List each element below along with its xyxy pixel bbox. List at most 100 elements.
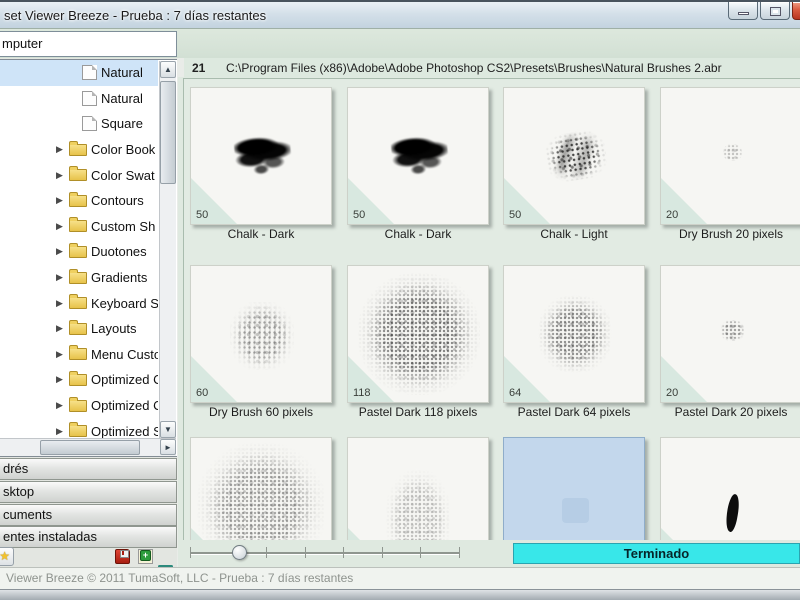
expand-arrow-icon[interactable]: ▶ (56, 400, 69, 411)
brush-cell-dry-brush-60[interactable]: 60 (190, 265, 332, 403)
brush-grid: 50 50 50 20 Chalk - Dark Chalk - Dark Ch… (178, 77, 800, 540)
slider-thumb[interactable] (232, 545, 247, 560)
footer-row: Terminado (178, 540, 800, 567)
brush-cell-pastel-dark-118[interactable]: 118 (347, 265, 489, 403)
expand-arrow-icon[interactable]: ▶ (56, 374, 69, 385)
brush-size-badge: 20 (666, 387, 678, 399)
expand-arrow-icon[interactable]: ▶ (56, 221, 69, 232)
brush-preview (386, 470, 450, 540)
brush-cell-chalk-light[interactable]: 50 (503, 87, 645, 225)
minimize-button[interactable] (728, 2, 758, 20)
brush-cell-row3-2[interactable] (347, 437, 489, 540)
scroll-right-button[interactable]: ► (160, 439, 176, 455)
status-text: Viewer Breeze © 2011 TumaSoft, LLC - Pru… (6, 571, 353, 585)
scrollbar-thumb[interactable] (40, 440, 140, 455)
folder-icon (69, 246, 87, 258)
tree-item-custom-shapes[interactable]: ▶Custom Sh (0, 214, 158, 240)
brush-label: Pastel Dark 20 pixels (660, 405, 800, 419)
status-bar: Viewer Breeze © 2011 TumaSoft, LLC - Pru… (0, 567, 800, 589)
minimize-icon (738, 12, 749, 15)
window-bottom-frame (0, 589, 800, 600)
brush-preview (543, 128, 610, 185)
brush-cell-chalk-dark-1[interactable]: 50 (190, 87, 332, 225)
title-bar: set Viewer Breeze - Prueba : 7 días rest… (0, 0, 800, 29)
tree-item-natural[interactable]: Natural (0, 86, 158, 112)
preset-count: 21 (192, 61, 205, 75)
brush-size-badge: 50 (196, 209, 208, 221)
shortcut-installed-fonts[interactable]: entes instaladas (0, 526, 177, 548)
save-list-button[interactable] (115, 549, 130, 564)
file-icon (82, 65, 97, 80)
folder-icon (69, 195, 87, 207)
brush-label: Dry Brush 20 pixels (660, 227, 800, 241)
brush-size-badge: 20 (666, 209, 678, 221)
favorites-button[interactable]: ★ (0, 547, 14, 566)
brush-preview (230, 302, 294, 370)
folder-icon (69, 220, 87, 232)
expand-arrow-icon[interactable]: ▶ (56, 349, 69, 360)
tree-item-layouts[interactable]: ▶Layouts (0, 316, 158, 342)
expand-arrow-icon[interactable]: ▶ (56, 272, 69, 283)
brush-cell-chalk-dark-2[interactable]: 50 (347, 87, 489, 225)
brush-cell-row3-1[interactable] (190, 437, 332, 540)
computer-header[interactable]: mputer (0, 31, 177, 57)
corner-triangle (348, 528, 394, 540)
tree-item-color-swatches[interactable]: ▶Color Swat (0, 162, 158, 188)
expand-arrow-icon[interactable]: ▶ (56, 246, 69, 257)
close-button[interactable] (792, 2, 800, 20)
tree-item-optimized-settings[interactable]: ▶Optimized S (0, 418, 158, 438)
progress-bar: Terminado (513, 543, 800, 564)
brush-cell-dry-brush-20[interactable]: 20 (660, 87, 800, 225)
folder-icon (69, 400, 87, 412)
brush-size-badge: 118 (353, 387, 371, 399)
expand-arrow-icon[interactable]: ▶ (56, 426, 69, 437)
shortcut-documents[interactable]: cuments (0, 504, 177, 526)
tree-item-natural[interactable]: Natural (0, 60, 158, 86)
tree-item-menu-customization[interactable]: ▶Menu Custo (0, 342, 158, 368)
tree-item-contours[interactable]: ▶Contours (0, 188, 158, 214)
brush-preview (233, 132, 293, 181)
expand-arrow-icon[interactable]: ▶ (56, 170, 69, 181)
folder-icon (69, 374, 87, 386)
brush-size-badge: 50 (353, 209, 365, 221)
tree-item-square[interactable]: Square (0, 111, 158, 137)
folder-icon (69, 272, 87, 284)
star-icon: ★ (0, 549, 10, 563)
maximize-button[interactable] (760, 2, 790, 20)
expand-arrow-icon[interactable]: ▶ (56, 144, 69, 155)
brush-cell-pastel-dark-64[interactable]: 64 (503, 265, 645, 403)
corner-triangle (191, 528, 237, 540)
folder-icon (69, 323, 87, 335)
folder-icon (69, 425, 87, 437)
file-icon (82, 91, 97, 106)
scroll-up-button[interactable]: ▲ (160, 61, 176, 78)
shortcut-desktop[interactable]: sktop (0, 481, 177, 503)
preset-path: C:\Program Files (x86)\Adobe\Adobe Photo… (226, 61, 722, 75)
brush-cell-pastel-dark-20[interactable]: 20 (660, 265, 800, 403)
expand-arrow-icon[interactable]: ▶ (56, 298, 69, 309)
shortcut-user[interactable]: drés (0, 458, 177, 480)
tree-item-optimized-colors[interactable]: ▶Optimized C (0, 367, 158, 393)
tree-item-duotones[interactable]: ▶Duotones (0, 239, 158, 265)
brush-preview (721, 320, 744, 341)
brush-preview (197, 443, 325, 540)
zoom-slider[interactable] (190, 540, 460, 567)
scrollbar-thumb[interactable] (160, 81, 176, 184)
vertical-scrollbar[interactable]: ▲ ▼ (159, 61, 176, 438)
folder-icon (69, 297, 87, 309)
file-icon (82, 116, 97, 131)
tree-item-optimized-colors[interactable]: ▶Optimized C (0, 393, 158, 419)
brush-cell-row3-3-selected[interactable] (503, 437, 645, 540)
expand-arrow-icon[interactable]: ▶ (56, 323, 69, 334)
expand-arrow-icon[interactable]: ▶ (56, 195, 69, 206)
window-title: set Viewer Breeze - Prueba : 7 días rest… (4, 8, 266, 23)
add-item-button[interactable] (138, 549, 153, 564)
folder-icon (69, 169, 87, 181)
tree-item-keyboard-shortcuts[interactable]: ▶Keyboard S (0, 290, 158, 316)
tree-item-color-book[interactable]: ▶Color Book (0, 137, 158, 163)
tree-item-gradients[interactable]: ▶Gradients (0, 265, 158, 291)
brush-label: Dry Brush 60 pixels (190, 405, 332, 419)
horizontal-scrollbar[interactable]: ► (0, 438, 176, 456)
scroll-down-button[interactable]: ▼ (160, 421, 176, 438)
brush-cell-row3-4[interactable] (660, 437, 800, 540)
